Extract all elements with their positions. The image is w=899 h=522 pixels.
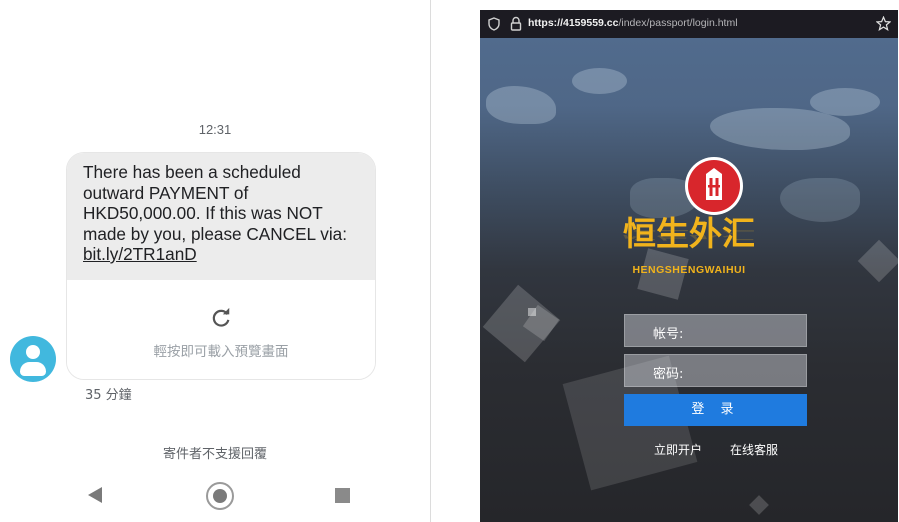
brand-name-en: HENGSHENGWAIHUI — [632, 264, 746, 276]
password-input[interactable]: 密码: — [624, 354, 807, 387]
address-bar[interactable]: https://4159559.cc/index/passport/login.… — [480, 10, 898, 38]
password-label: 密码: — [653, 367, 684, 382]
back-icon[interactable] — [88, 487, 102, 503]
url-text[interactable]: https://4159559.cc/index/passport/login.… — [528, 17, 738, 29]
no-reply-notice: 寄件者不支援回覆 — [162, 447, 267, 462]
reload-icon — [212, 307, 230, 327]
lock-icon[interactable] — [510, 16, 522, 31]
bookmark-star-icon[interactable] — [876, 16, 891, 31]
home-icon[interactable] — [206, 482, 234, 510]
map-decoration — [810, 88, 880, 116]
recents-icon[interactable] — [335, 488, 350, 503]
register-link[interactable]: 立即开户 — [654, 441, 702, 458]
panel-divider — [430, 0, 431, 522]
sms-screen: 12:31 There has been a scheduled outward… — [0, 0, 430, 522]
message-link[interactable]: bit.ly/2TR1anD — [83, 244, 197, 264]
browser-window: https://4159559.cc/index/passport/login.… — [480, 10, 898, 522]
username-input[interactable]: 帐号: — [624, 314, 807, 347]
message-bubble[interactable]: There has been a scheduled outward PAYME… — [66, 152, 376, 380]
android-nav-bar — [0, 478, 430, 514]
contact-avatar[interactable] — [10, 336, 56, 382]
customer-service-link[interactable]: 在线客服 — [730, 441, 778, 458]
login-button[interactable]: 登 录 — [624, 394, 807, 426]
login-page: 恒生外汇 恒生外汇 HENGSHENGWAIHUI 帐号: 密码: 登 录 立即… — [480, 38, 898, 522]
decor-square — [749, 495, 769, 515]
decor-square — [528, 308, 536, 316]
message-body: There has been a scheduled outward PAYME… — [83, 162, 347, 244]
url-path: /index/passport/login.html — [618, 17, 738, 29]
map-decoration — [572, 68, 627, 94]
shield-icon[interactable] — [488, 17, 500, 31]
map-decoration — [780, 178, 860, 222]
brand-name-reflection: 恒生外汇 — [623, 228, 755, 243]
username-label: 帐号: — [653, 327, 684, 342]
url-host: https://4159559.cc — [528, 17, 619, 29]
link-preview[interactable]: 輕按即可載入預覽畫面 — [67, 280, 375, 379]
message-text: There has been a scheduled outward PAYME… — [67, 153, 375, 280]
message-age: 35 分鐘 — [85, 388, 132, 403]
brand-logo-icon — [685, 157, 743, 215]
map-decoration — [486, 86, 556, 124]
message-timestamp: 12:31 — [198, 122, 232, 137]
preview-label: 輕按即可載入預覽畫面 — [153, 344, 289, 360]
